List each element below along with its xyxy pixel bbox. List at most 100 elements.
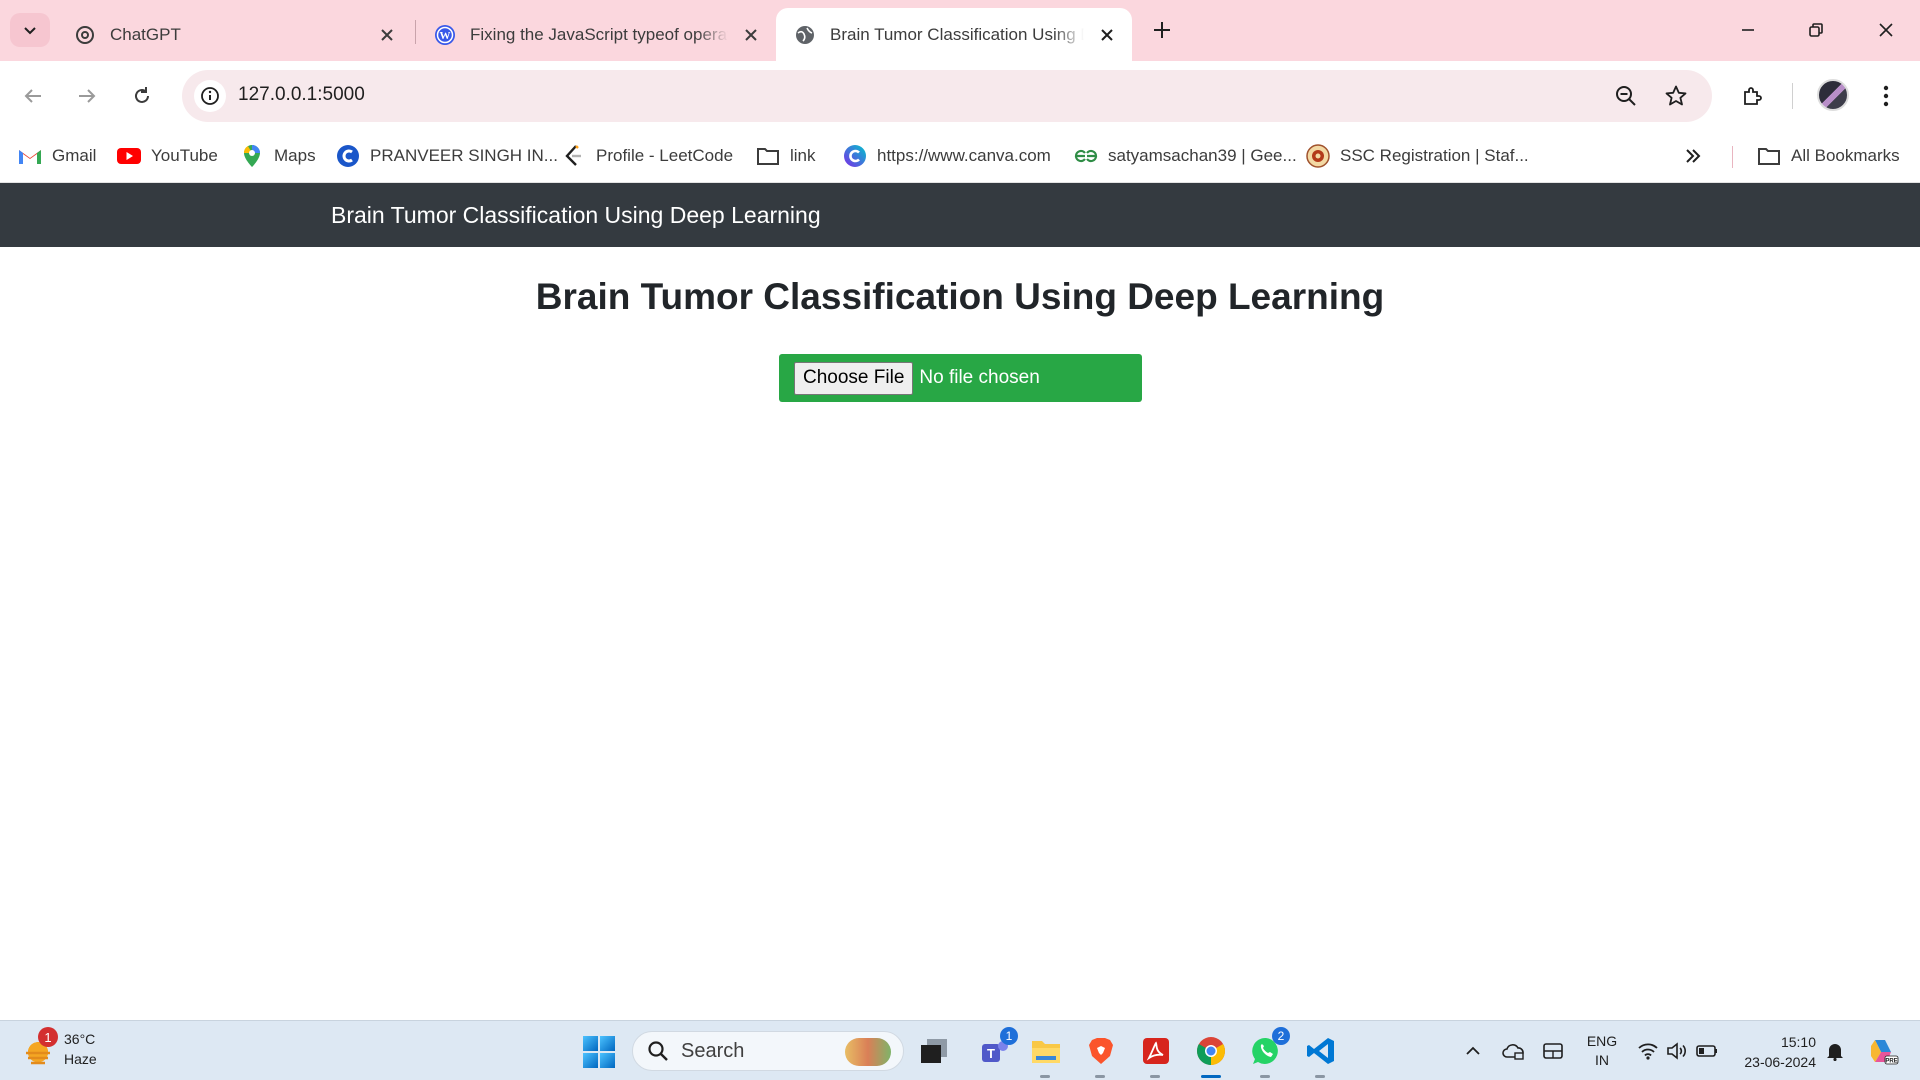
folder-icon [756, 144, 780, 168]
taskbar-teams[interactable]: T 1 [976, 1027, 1018, 1069]
forward-button[interactable] [70, 79, 104, 113]
canva-icon [843, 144, 867, 168]
choose-file-button[interactable]: Choose File [794, 361, 914, 395]
ssc-icon [1306, 144, 1330, 168]
file-upload-field[interactable]: Choose File No file chosen [779, 354, 1142, 402]
bookmark-label: satyamsachan39 | Gee... [1108, 146, 1297, 165]
tab-title: Fixing the JavaScript typeof operat [470, 24, 728, 44]
close-tab-icon[interactable] [740, 24, 762, 46]
taskbar-brave[interactable] [1083, 1033, 1119, 1078]
minimize-button[interactable] [1724, 10, 1772, 50]
youtube-icon [117, 144, 141, 168]
profile-avatar[interactable] [1817, 79, 1849, 111]
taskbar-chrome[interactable] [1193, 1033, 1229, 1078]
close-tab-icon[interactable] [376, 24, 398, 46]
globe-icon [794, 24, 816, 46]
restore-button[interactable] [1792, 10, 1840, 50]
zoom-button[interactable] [1612, 82, 1640, 110]
taskbar-acrobat[interactable] [1138, 1033, 1174, 1078]
bookmark-label: link [790, 146, 816, 165]
chevron-up-icon [1466, 1046, 1480, 1055]
svg-text:T: T [987, 1046, 995, 1061]
taskbar-file-explorer[interactable] [1028, 1033, 1064, 1078]
bookmark-canva[interactable]: https://www.canva.com [843, 140, 1051, 172]
reload-button[interactable] [125, 79, 159, 113]
bookmark-label: All Bookmarks [1791, 146, 1900, 165]
running-indicator [1315, 1075, 1325, 1078]
file-explorer-icon [1032, 1041, 1060, 1063]
acrobat-icon [1143, 1038, 1169, 1064]
bookmark-leetcode[interactable]: Profile - LeetCode [562, 140, 733, 172]
close-tab-icon[interactable] [1096, 24, 1118, 46]
weather-widget[interactable]: 1 36°C Haze [22, 1027, 97, 1069]
reload-icon [135, 87, 149, 103]
onedrive-tray-button[interactable] [1500, 1039, 1526, 1063]
taskbar-task-view[interactable] [916, 1033, 952, 1069]
plus-icon [1154, 22, 1170, 38]
geeksforgeeks-icon [1074, 144, 1098, 168]
taskbar-search-box[interactable]: Search [632, 1031, 904, 1071]
copilot-button[interactable]: PRE [1866, 1035, 1900, 1067]
weather-condition: Haze [64, 1051, 97, 1067]
bookmark-label: YouTube [151, 146, 218, 165]
region-code: IN [1595, 1052, 1609, 1068]
running-indicator [1095, 1075, 1105, 1078]
volume-tray-button[interactable] [1664, 1039, 1690, 1063]
more-vertical-icon [1883, 85, 1889, 107]
new-tab-button[interactable] [1148, 16, 1176, 44]
bookmark-geeksforgeeks[interactable]: satyamsachan39 | Gee... [1074, 140, 1297, 172]
bookmark-pranveer-singh[interactable]: PRANVEER SINGH IN... [336, 140, 558, 172]
notification-badge: 1 [1000, 1027, 1018, 1045]
notifications-button[interactable] [1822, 1039, 1848, 1063]
svg-text:W: W [440, 30, 451, 42]
all-bookmarks-button[interactable]: All Bookmarks [1757, 140, 1900, 172]
file-status-text: No file chosen [919, 367, 1040, 388]
address-bar[interactable]: 127.0.0.1:5000 [182, 70, 1712, 122]
search-icon [648, 1041, 668, 1061]
start-button[interactable] [583, 1036, 615, 1068]
windows-taskbar: 1 36°C Haze Search T 1 2 ENG IN 15:10 23… [0, 1020, 1920, 1080]
taskbar-whatsapp[interactable]: 2 [1248, 1027, 1290, 1078]
bookmark-star-button[interactable] [1662, 82, 1690, 110]
weather-temperature: 36°C [64, 1031, 96, 1047]
bookmark-youtube[interactable]: YouTube [117, 140, 218, 172]
site-info-button[interactable] [194, 80, 226, 112]
wifi-tray-button[interactable] [1635, 1039, 1661, 1063]
chrome-icon [1197, 1037, 1225, 1065]
system-clock[interactable]: 15:10 23-06-2024 [1736, 1032, 1816, 1072]
running-indicator [1201, 1075, 1221, 1078]
tab-brain-tumor[interactable]: Brain Tumor Classification Using D [776, 8, 1132, 61]
clock-time: 15:10 [1780, 1034, 1816, 1050]
close-window-button[interactable] [1862, 10, 1910, 50]
tablet-mode-tray-button[interactable] [1540, 1039, 1566, 1063]
bookmark-label: PRANVEER SINGH IN... [370, 146, 558, 165]
language-code: ENG [1586, 1033, 1618, 1049]
bookmark-link-folder[interactable]: link [756, 140, 816, 172]
puzzle-icon [1744, 87, 1762, 105]
tab-chatgpt[interactable]: ChatGPT [56, 8, 412, 61]
battery-tray-button[interactable] [1694, 1039, 1720, 1063]
tab-search-button[interactable] [10, 13, 50, 47]
menu-button[interactable] [1868, 78, 1904, 114]
windows-logo-pane [583, 1053, 598, 1068]
show-hidden-icons-button[interactable] [1460, 1039, 1486, 1063]
input-language-button[interactable]: ENG IN [1582, 1032, 1622, 1070]
browser-toolbar: 127.0.0.1:5000 [0, 61, 1920, 130]
college-icon [336, 144, 360, 168]
chevron-down-icon [24, 27, 36, 35]
page-navbar: Brain Tumor Classification Using Deep Le… [0, 183, 1920, 247]
back-button[interactable] [16, 79, 50, 113]
search-label: Search [681, 1039, 745, 1062]
bookmark-gmail[interactable]: Gmail [18, 140, 96, 172]
bookmark-ssc[interactable]: SSC Registration | Staf... [1306, 140, 1529, 172]
navbar-brand[interactable]: Brain Tumor Classification Using Deep Le… [331, 202, 821, 229]
notification-badge: 2 [1272, 1027, 1290, 1045]
gmail-icon [18, 144, 42, 168]
cloud-icon [1502, 1044, 1524, 1060]
more-bookmarks-button[interactable] [1684, 140, 1702, 172]
extensions-button[interactable] [1735, 78, 1771, 114]
tab-javascript-typeof[interactable]: W Fixing the JavaScript typeof operat [416, 8, 776, 61]
svg-text:PRE: PRE [1885, 1059, 1897, 1065]
taskbar-vscode[interactable] [1303, 1033, 1339, 1078]
bookmark-maps[interactable]: Maps [240, 140, 316, 172]
